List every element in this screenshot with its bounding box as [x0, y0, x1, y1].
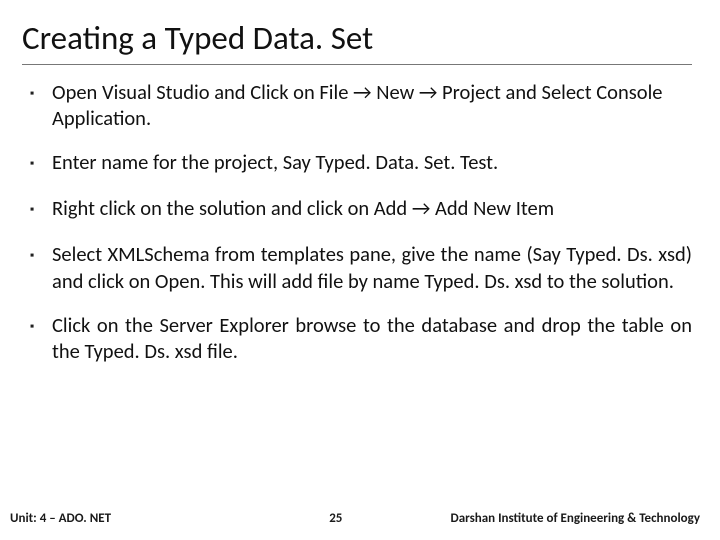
slide: Creating a Typed Data. Set ▪ Open Visual… — [0, 0, 720, 540]
square-bullet-icon: ▪ — [30, 195, 52, 223]
footer-unit: Unit: 4 – ADO. NET — [10, 511, 111, 526]
square-bullet-icon: ▪ — [30, 241, 52, 293]
bullet-list: ▪ Open Visual Studio and Click on File →… — [22, 79, 692, 364]
bullet-text: Open Visual Studio and Click on File → N… — [52, 79, 692, 131]
footer-page-number: 25 — [111, 511, 450, 526]
list-item: ▪ Click on the Server Explorer browse to… — [30, 312, 692, 364]
list-item: ▪ Enter name for the project, Say Typed.… — [30, 149, 692, 177]
list-item: ▪ Open Visual Studio and Click on File →… — [30, 79, 692, 131]
list-item: ▪ Right click on the solution and click … — [30, 195, 692, 223]
bullet-text: Click on the Server Explorer browse to t… — [52, 312, 692, 364]
bullet-text: Select XMLSchema from templates pane, gi… — [52, 241, 692, 293]
square-bullet-icon: ▪ — [30, 79, 52, 131]
bullet-text: Right click on the solution and click on… — [52, 195, 692, 223]
bullet-text: Enter name for the project, Say Typed. D… — [52, 149, 692, 177]
list-item: ▪ Select XMLSchema from templates pane, … — [30, 241, 692, 293]
page-title: Creating a Typed Data. Set — [22, 18, 692, 65]
square-bullet-icon: ▪ — [30, 312, 52, 364]
footer: Unit: 4 – ADO. NET 25 Darshan Institute … — [0, 511, 720, 526]
square-bullet-icon: ▪ — [30, 149, 52, 177]
footer-institute: Darshan Institute of Engineering & Techn… — [451, 511, 701, 526]
